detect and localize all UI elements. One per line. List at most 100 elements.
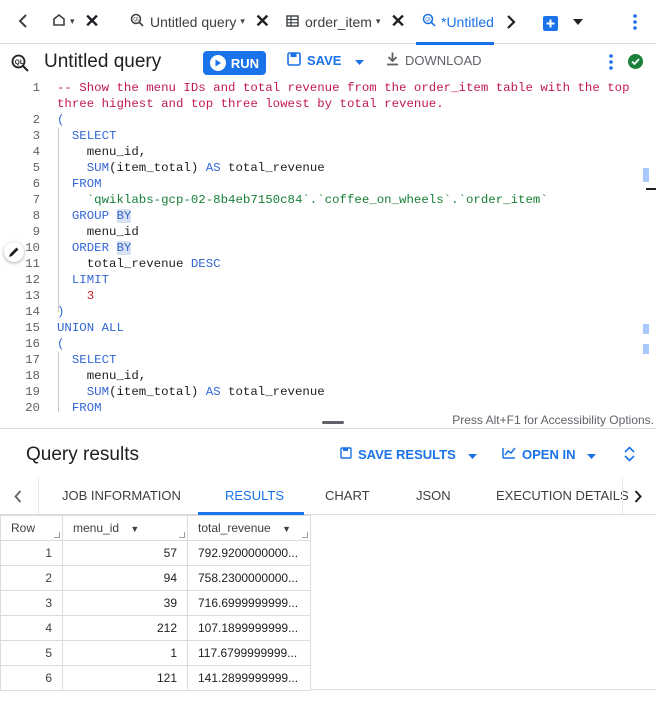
- line-number: 19: [25, 385, 40, 399]
- total-revenue-cell[interactable]: 117.6799999999...: [187, 640, 311, 666]
- line-number: 6: [32, 177, 40, 191]
- chevron-right-icon[interactable]: [634, 490, 642, 508]
- chevron-down-icon[interactable]: ▾: [240, 16, 245, 27]
- column-resize-handle[interactable]: [54, 532, 60, 538]
- home-caret[interactable]: ▾: [70, 16, 75, 27]
- more-vert-icon[interactable]: [609, 54, 613, 75]
- code-text: SUM(item_total) AS total_revenue: [57, 384, 325, 400]
- code-token: (: [57, 337, 65, 351]
- chevron-down-icon[interactable]: ▾: [376, 16, 381, 27]
- tab-json[interactable]: JSON: [416, 488, 451, 503]
- total-revenue-cell[interactable]: 758.2300000000...: [187, 565, 311, 591]
- tab-untitled-query[interactable]: QL Untitled query ▾ ✕: [124, 0, 276, 44]
- chevron-down-icon: [355, 53, 365, 68]
- tabs-divider: [622, 478, 623, 514]
- accessibility-hint: Press Alt+F1 for Accessibility Options.: [452, 413, 654, 427]
- table-row: 5 1 117.6799999999...: [0, 640, 311, 666]
- line-number: 20: [25, 401, 40, 412]
- row-number-cell[interactable]: 2: [0, 565, 63, 591]
- tab-untitled-active[interactable]: QL *Untitled: [416, 0, 494, 45]
- line-number: 2: [32, 113, 40, 127]
- close-icon[interactable]: ✕: [390, 11, 405, 32]
- total-revenue-cell[interactable]: 141.2899999999...: [187, 665, 311, 691]
- row-number-cell[interactable]: 1: [0, 540, 63, 566]
- code-token: SELECT: [57, 129, 117, 143]
- chevron-left-icon[interactable]: [18, 13, 28, 29]
- code-token: ORDER: [57, 241, 117, 255]
- code-token: three highest and top three lowest by to…: [57, 97, 444, 111]
- row-number-cell[interactable]: 6: [0, 665, 63, 691]
- code-token: BY: [116, 209, 132, 223]
- tabs-divider: [38, 478, 39, 514]
- row-number-cell[interactable]: 3: [0, 590, 63, 616]
- expand-collapse-icon[interactable]: [624, 446, 635, 467]
- sql-editor[interactable]: 1 -- Show the menu IDs and total revenue …: [0, 80, 656, 412]
- code-token: AS: [205, 385, 221, 399]
- save-icon: [287, 52, 301, 69]
- total-revenue-cell[interactable]: 716.6999999999...: [187, 590, 311, 616]
- menu-id-cell[interactable]: 121: [62, 665, 188, 691]
- sort-caret-icon[interactable]: ▼: [282, 524, 291, 534]
- line-number: 3: [32, 129, 40, 143]
- column-resize-handle[interactable]: [179, 532, 185, 538]
- chevron-down-icon[interactable]: [573, 19, 583, 25]
- tab-results[interactable]: RESULTS: [225, 488, 284, 503]
- sort-caret-icon[interactable]: ▼: [130, 524, 139, 534]
- code-line: 14): [0, 304, 640, 320]
- tab-home[interactable]: ▾ ✕: [46, 0, 106, 44]
- save-button[interactable]: SAVE: [287, 52, 365, 69]
- close-icon[interactable]: ✕: [85, 11, 100, 32]
- download-button[interactable]: DOWNLOAD: [386, 52, 482, 69]
- code-line: 12 LIMIT: [0, 272, 640, 288]
- close-icon[interactable]: ✕: [255, 11, 270, 32]
- code-token: SUM: [57, 161, 110, 175]
- code-text: 3: [57, 288, 94, 304]
- column-header-total-revenue[interactable]: total_revenue ▼: [187, 515, 311, 541]
- line-number: 15: [25, 321, 40, 335]
- run-button[interactable]: RUN: [203, 51, 266, 75]
- tab-order-item[interactable]: order_item ▾ ✕: [280, 0, 412, 44]
- menu-id-cell[interactable]: 1: [62, 640, 188, 666]
- menu-id-cell[interactable]: 39: [62, 590, 188, 616]
- scroll-marker: [643, 344, 649, 354]
- play-icon: [209, 55, 226, 71]
- resize-handle[interactable]: [322, 421, 344, 424]
- code-line: 2(: [0, 112, 640, 128]
- query-icon: QL: [422, 13, 436, 30]
- tab-execution-details[interactable]: EXECUTION DETAILS: [496, 488, 629, 503]
- table-row: 1 57 792.9200000000...: [0, 540, 311, 566]
- menu-id-cell[interactable]: 212: [62, 615, 188, 641]
- total-revenue-cell[interactable]: 792.9200000000...: [187, 540, 311, 566]
- row-number-cell[interactable]: 5: [0, 640, 63, 666]
- tab-chart[interactable]: CHART: [325, 488, 370, 503]
- open-in-button[interactable]: OPEN IN: [502, 447, 597, 462]
- chevron-right-icon[interactable]: [506, 14, 516, 30]
- code-line: 9 menu_id: [0, 224, 640, 240]
- line-number: 12: [25, 273, 40, 287]
- menu-id-cell[interactable]: 57: [62, 540, 188, 566]
- code-token: UNION ALL: [57, 321, 124, 335]
- total-revenue-cell[interactable]: 107.1899999999...: [187, 615, 311, 641]
- save-results-button[interactable]: SAVE RESULTS: [340, 447, 477, 462]
- code-text: three highest and top three lowest by to…: [57, 96, 444, 112]
- code-token: BY: [116, 241, 132, 255]
- tab-job-information[interactable]: JOB INFORMATION: [62, 488, 181, 503]
- column-header-menu-id[interactable]: menu_id ▼: [62, 515, 188, 541]
- code-line: 4 menu_id,: [0, 144, 640, 160]
- new-tab-icon[interactable]: [543, 16, 558, 31]
- line-number: 9: [32, 225, 40, 239]
- menu-id-cell[interactable]: 94: [62, 565, 188, 591]
- line-number: 4: [32, 145, 40, 159]
- chart-icon: [502, 447, 516, 462]
- code-line: three highest and top three lowest by to…: [0, 96, 640, 112]
- line-number: 17: [25, 353, 40, 367]
- chevron-left-icon[interactable]: [14, 490, 22, 508]
- code-text: ORDER BY: [57, 240, 132, 256]
- code-line: 10 ORDER BY: [0, 240, 640, 256]
- column-resize-handle[interactable]: [302, 532, 308, 538]
- row-number-cell[interactable]: 4: [0, 615, 63, 641]
- open-in-label: OPEN IN: [522, 447, 576, 462]
- more-vert-icon[interactable]: [633, 14, 637, 30]
- code-line: 19 SUM(item_total) AS total_revenue: [0, 384, 640, 400]
- line-number: 5: [32, 161, 40, 175]
